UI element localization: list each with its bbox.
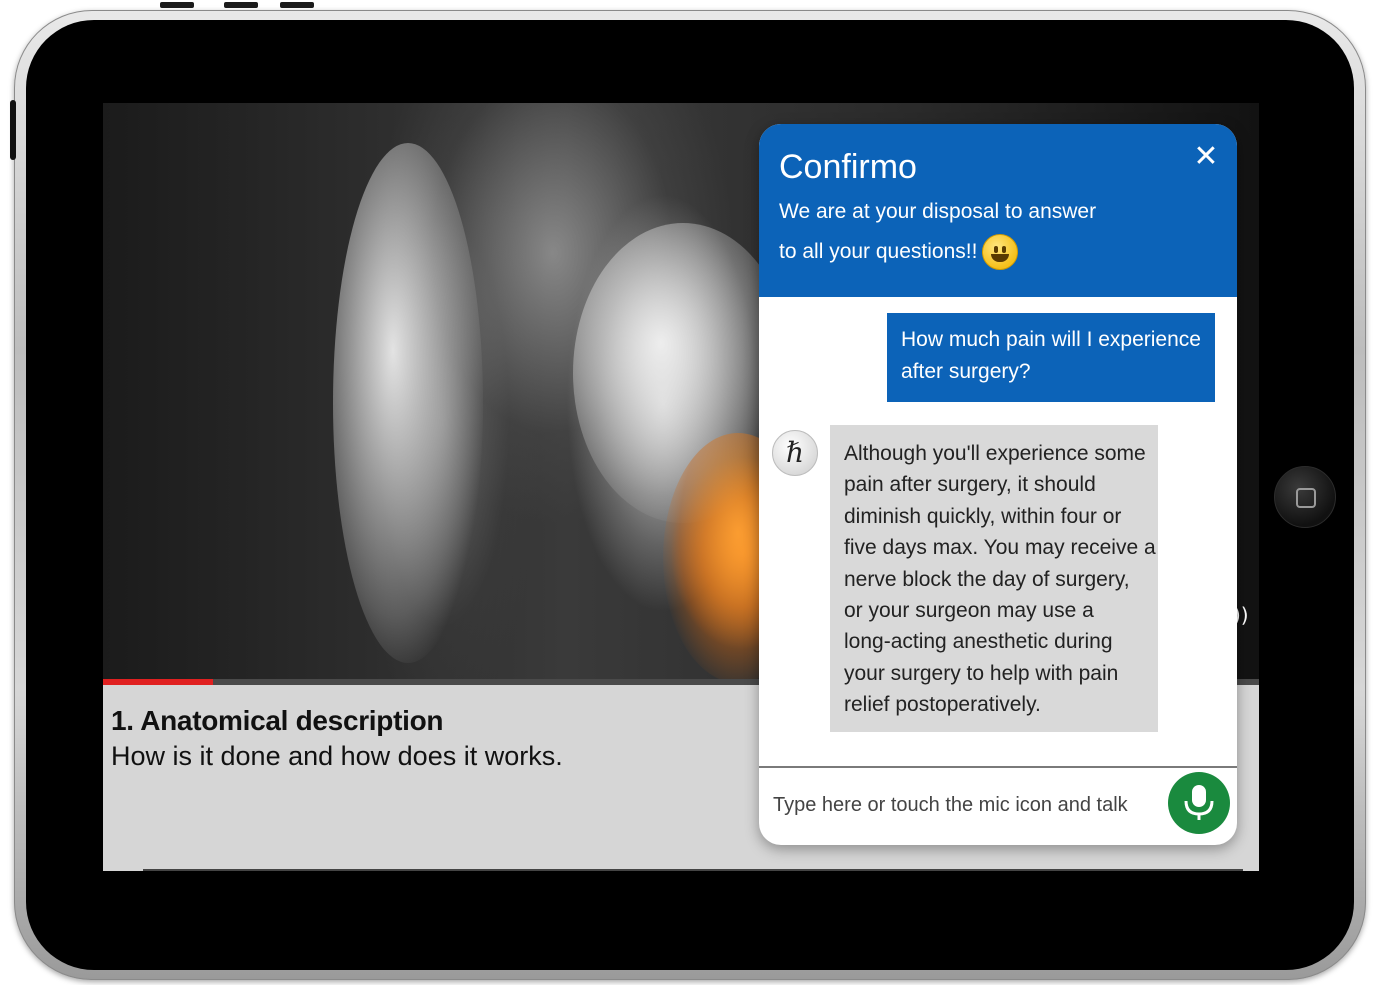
chat-subtitle-line1: We are at your disposal to answer <box>779 200 1097 223</box>
tablet-side-button <box>10 100 16 160</box>
chapter-title: 1. Anatomical description <box>111 705 444 736</box>
user-message-line: How much pain will I experience <box>901 328 1201 351</box>
chat-subtitle-line2: to all your questions!! <box>779 240 978 263</box>
bot-message-line: relief postoperatively. <box>844 693 1041 717</box>
close-icon[interactable]: ✕ <box>1191 142 1221 172</box>
user-message-bubble: How much pain will I experience after su… <box>887 313 1215 402</box>
microphone-icon[interactable] <box>1168 772 1230 834</box>
screen-divider <box>143 869 1243 871</box>
tablet-top-button <box>224 2 258 8</box>
chat-header: Confirmo ✕ We are at your disposal to an… <box>759 124 1237 297</box>
home-button-icon[interactable] <box>1274 466 1336 528</box>
chat-message-input[interactable] <box>771 784 1155 826</box>
smiley-emoji-icon <box>982 234 1018 270</box>
bot-message-line: your surgery to help with pain <box>844 661 1119 685</box>
user-message-line: after surgery? <box>901 360 1031 383</box>
tablet-top-button <box>280 2 314 8</box>
bot-message-line: nerve block the day of surgery, <box>844 567 1130 591</box>
bot-avatar: ℏ <box>772 430 818 476</box>
chapter-subtitle: How is it done and how does it works. <box>111 741 563 771</box>
bot-message-line: five days max. You may receive a <box>844 536 1156 560</box>
bot-message-line: long-acting anesthetic during <box>844 630 1113 654</box>
bot-message-line: or your surgeon may use a <box>844 599 1094 623</box>
tablet-top-button <box>160 2 194 8</box>
bot-message-line: diminish quickly, within four or <box>844 504 1122 528</box>
anatomy-leg-left <box>333 143 483 663</box>
chat-input-divider <box>759 766 1237 768</box>
bot-message-bubble: Although you'll experience some pain aft… <box>830 425 1158 732</box>
bot-message-line: pain after surgery, it should <box>844 473 1096 497</box>
chat-widget: Confirmo ✕ We are at your disposal to an… <box>759 124 1237 845</box>
bot-message-line: Although you'll experience some <box>844 442 1146 465</box>
chat-title: Confirmo <box>779 148 917 186</box>
